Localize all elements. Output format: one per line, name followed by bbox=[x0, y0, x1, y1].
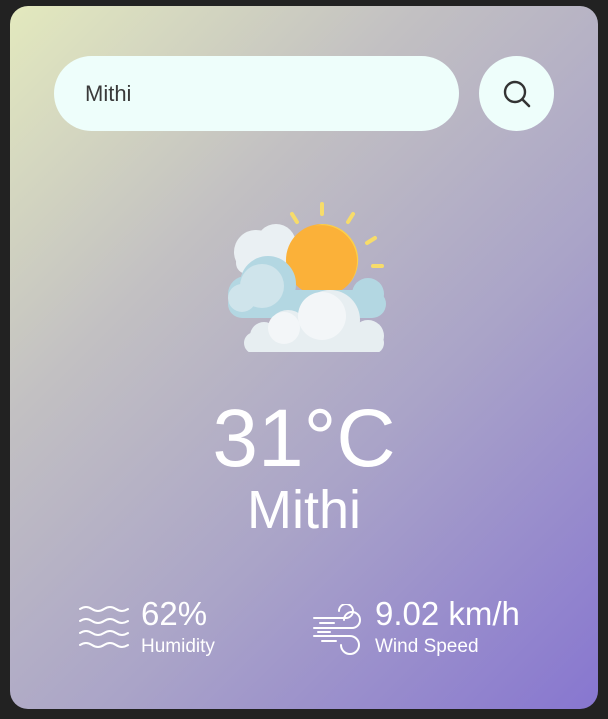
temperature-value: 31°C bbox=[212, 393, 396, 484]
humidity-value: 62% bbox=[141, 595, 208, 632]
city-search-input[interactable] bbox=[54, 56, 459, 131]
wind-speed-label: Wind Speed bbox=[375, 636, 479, 657]
wind-icon bbox=[313, 604, 361, 655]
search-icon bbox=[503, 80, 530, 107]
humidity-label: Humidity bbox=[141, 636, 215, 657]
search-button[interactable] bbox=[479, 56, 554, 131]
humidity-section: 62% Humidity bbox=[78, 594, 278, 664]
humidity-waves-icon bbox=[79, 606, 129, 648]
weather-card: 31°C Mithi 62% Humidity 9.02 km/h bbox=[10, 6, 598, 709]
wind-section: 9.02 km/h Wind Speed bbox=[312, 594, 552, 664]
wind-speed-value: 9.02 km/h bbox=[375, 595, 520, 632]
city-name: Mithi bbox=[246, 480, 361, 540]
partly-cloudy-sun-icon bbox=[228, 202, 386, 352]
